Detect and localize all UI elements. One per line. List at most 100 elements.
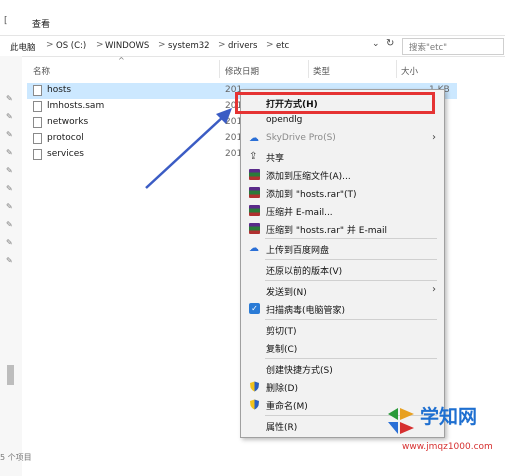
breadcrumb-separator[interactable]: >: [96, 40, 104, 50]
search-placeholder: 搜索"etc": [409, 43, 448, 53]
file-name: networks: [47, 117, 89, 127]
pin-icon[interactable]: ✎: [6, 112, 13, 121]
pin-icon[interactable]: ✎: [6, 184, 13, 193]
nav-scrollbar-thumb[interactable]: [7, 365, 14, 385]
column-header-type[interactable]: 类型: [313, 65, 330, 77]
file-name: hosts: [47, 85, 72, 95]
pin-icon[interactable]: ✎: [6, 94, 13, 103]
rar-icon: [249, 205, 260, 216]
menu-item-add-to-hosts-rar[interactable]: 添加到 "hosts.rar"(T): [241, 184, 444, 202]
menu-item-label: 共享: [266, 154, 285, 164]
menu-item-add-to-archive[interactable]: 添加到压缩文件(A)...: [241, 166, 444, 184]
context-menu: 打开方式(H) opendlg ☁ SkyDrive Pro(S) › ⇪ 共享…: [240, 89, 445, 438]
menu-item-opendlg[interactable]: opendlg: [241, 112, 444, 130]
breadcrumb-drivers[interactable]: drivers: [228, 41, 257, 51]
pin-icon[interactable]: ✎: [6, 130, 13, 139]
file-icon: [33, 149, 42, 160]
ribbon: [ 查看: [0, 0, 505, 34]
rar-icon: [249, 169, 260, 180]
breadcrumb-os-c[interactable]: OS (C:): [56, 41, 86, 51]
sort-ascending-icon: ^: [118, 56, 125, 65]
menu-item-delete[interactable]: 删除(D): [241, 378, 444, 396]
tab-view[interactable]: 查看: [32, 17, 50, 30]
watermark-url: www.jmqz1000.com: [402, 442, 493, 452]
breadcrumb-separator[interactable]: >: [46, 40, 54, 50]
file-icon: [33, 85, 42, 96]
file-icon: [33, 101, 42, 112]
menu-item-share[interactable]: ⇪ 共享: [241, 148, 444, 166]
pin-icon[interactable]: ✎: [6, 256, 13, 265]
watermark-logo-icon: [388, 408, 414, 434]
baidu-cloud-icon: ☁: [249, 243, 259, 254]
menu-separator: [265, 259, 437, 260]
menu-item-scan-virus[interactable]: ✓ 扫描病毒(电脑管家): [241, 300, 444, 318]
column-divider[interactable]: [396, 60, 397, 78]
menu-item-copy[interactable]: 复制(C): [241, 339, 444, 357]
menu-item-restore-versions[interactable]: 还原以前的版本(V): [241, 261, 444, 279]
rar-icon: [249, 187, 260, 198]
breadcrumb-separator[interactable]: >: [266, 40, 274, 50]
watermark-title: 学知网: [420, 406, 478, 428]
menu-item-compress-email[interactable]: 压缩并 E-mail...: [241, 202, 444, 220]
menu-item-label: SkyDrive Pro(S): [266, 133, 336, 143]
file-name: services: [47, 149, 84, 159]
annotation-arrow: [145, 108, 232, 189]
status-bar-text: 5 个项目: [0, 453, 32, 462]
submenu-chevron-icon: ›: [432, 132, 436, 143]
menu-item-skydrive-pro[interactable]: ☁ SkyDrive Pro(S) ›: [241, 130, 444, 148]
column-header-date[interactable]: 修改日期: [225, 65, 259, 77]
submenu-chevron-icon: ›: [432, 284, 436, 295]
file-name: lmhosts.sam: [47, 101, 105, 111]
menu-item-upload-baidu[interactable]: ☁ 上传到百度网盘: [241, 240, 444, 258]
search-input[interactable]: 搜索"etc": [402, 38, 504, 55]
file-icon: [33, 117, 42, 128]
breadcrumb-windows[interactable]: WINDOWS: [105, 41, 149, 51]
breadcrumb-etc[interactable]: etc: [276, 41, 289, 51]
menu-item-compress-hosts-rar-email[interactable]: 压缩到 "hosts.rar" 并 E-mail: [241, 220, 444, 238]
menu-item-label: 扫描病毒(电脑管家): [266, 306, 346, 316]
menu-item-label: 删除(D): [266, 384, 298, 394]
breadcrumb-separator[interactable]: >: [218, 40, 226, 50]
menu-item-label: 属性(R): [266, 423, 298, 433]
rar-icon: [249, 223, 260, 234]
column-divider[interactable]: [219, 60, 220, 78]
pin-icon[interactable]: ✎: [6, 238, 13, 247]
breadcrumb-separator[interactable]: >: [158, 40, 166, 50]
annotation-highlight-box: [235, 92, 435, 114]
menu-item-label: 压缩到 "hosts.rar" 并 E-mail: [266, 226, 387, 236]
menu-item-label: opendlg: [266, 115, 303, 125]
watermark: 学知网 www.jmqz1000.com: [384, 402, 494, 462]
menu-item-create-shortcut[interactable]: 创建快捷方式(S): [241, 360, 444, 378]
menu-item-label: 剪切(T): [266, 327, 297, 337]
pin-icon[interactable]: ✎: [6, 166, 13, 175]
menu-item-label: 压缩并 E-mail...: [266, 208, 333, 218]
menu-item-label: 复制(C): [266, 345, 298, 355]
shield-scan-icon: ✓: [249, 303, 260, 314]
pin-icon[interactable]: ✎: [6, 148, 13, 157]
menu-item-label: 重命名(M): [266, 402, 308, 412]
pin-icon[interactable]: ✎: [6, 220, 13, 229]
menu-item-label: 发送到(N): [266, 288, 307, 298]
address-bar[interactable]: 此电脑 > OS (C:) > WINDOWS > system32 > dri…: [0, 35, 505, 57]
menu-item-label: 还原以前的版本(V): [266, 267, 343, 277]
file-icon: [33, 133, 42, 144]
breadcrumb-system32[interactable]: system32: [168, 41, 210, 51]
column-header-name[interactable]: 名称: [33, 65, 50, 77]
menu-separator: [265, 319, 437, 320]
refresh-icon[interactable]: ↻: [386, 38, 394, 49]
pin-icon[interactable]: ✎: [6, 202, 13, 211]
uac-shield-icon: [250, 399, 259, 410]
file-name: protocol: [47, 133, 84, 143]
menu-item-cut[interactable]: 剪切(T): [241, 321, 444, 339]
ribbon-edge-glyph: [: [4, 16, 8, 26]
menu-item-send-to[interactable]: 发送到(N) ›: [241, 282, 444, 300]
menu-item-label: 创建快捷方式(S): [266, 366, 333, 376]
chevron-down-icon[interactable]: ⌄: [372, 39, 380, 49]
column-header-size[interactable]: 大小: [401, 65, 418, 77]
cloud-icon: ☁: [249, 133, 259, 144]
menu-item-label: 上传到百度网盘: [266, 246, 330, 256]
menu-separator: [265, 280, 437, 281]
menu-item-label: 添加到压缩文件(A)...: [266, 172, 351, 182]
column-divider[interactable]: [308, 60, 309, 78]
breadcrumb-this-pc[interactable]: 此电脑: [10, 41, 36, 53]
